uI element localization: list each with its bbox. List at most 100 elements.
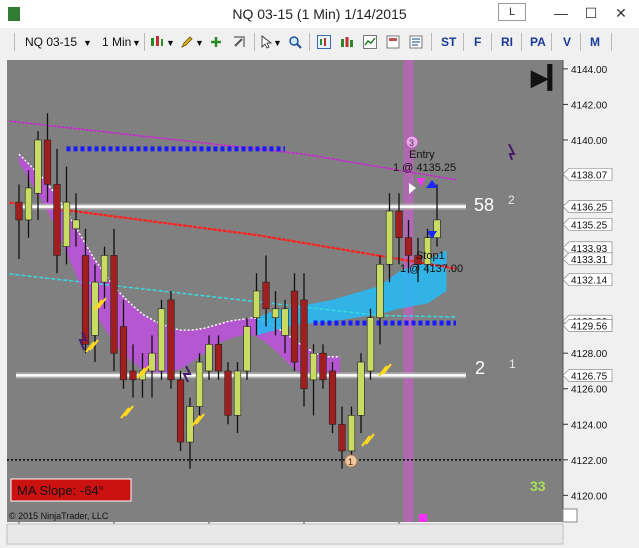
add-indicator-icon[interactable] xyxy=(209,35,223,49)
candle-body xyxy=(176,379,185,443)
chart-properties-icon[interactable] xyxy=(317,35,331,49)
chart-toolbar: NQ 03-15 ▼ 1 Min ▼ ▼ ▼ ▼ ST F RI PA V M xyxy=(0,28,639,57)
price-marker: 4129.56 xyxy=(562,319,613,332)
candle-body xyxy=(224,370,232,416)
toolbar-separator xyxy=(431,33,432,51)
y-tick-label: 4122.00 xyxy=(571,456,608,467)
candle xyxy=(328,362,337,434)
pointer-dropdown-icon[interactable]: ▼ xyxy=(273,38,282,48)
candle-body xyxy=(24,187,33,221)
strategy-button-ri[interactable]: RI xyxy=(501,35,513,49)
order-icon[interactable] xyxy=(409,35,423,49)
candle-body xyxy=(205,344,213,372)
toolbar-separator xyxy=(463,33,464,51)
maximize-button[interactable]: ☐ xyxy=(576,0,606,28)
toolbar-separator xyxy=(580,33,581,51)
candle-body xyxy=(15,201,23,221)
candle-body xyxy=(328,370,337,425)
candle-body xyxy=(338,423,346,452)
stop-price-label: 1 @ 4137.00 xyxy=(400,263,463,275)
candle-body xyxy=(100,255,109,283)
candle-body xyxy=(252,290,261,318)
y-tick-label: 4144.00 xyxy=(571,65,608,76)
pointer-icon[interactable] xyxy=(259,35,273,49)
candle-body xyxy=(148,352,156,372)
price-marker: 4136.25 xyxy=(562,200,613,214)
y-tick-label: 4120.00 xyxy=(571,491,608,502)
price-marker: 4126.75 xyxy=(562,369,613,382)
price-marker-label: 4138.07 xyxy=(571,170,608,181)
candle xyxy=(157,299,166,380)
toolbar-separator xyxy=(521,33,522,51)
candle-body xyxy=(366,317,375,372)
scroll-position-marker[interactable] xyxy=(419,514,427,522)
price-marker: 4135.25 xyxy=(562,218,613,231)
stop-label: Stop1 xyxy=(416,250,445,262)
candle-body xyxy=(243,326,251,372)
candle-body xyxy=(157,308,166,372)
price-scale-toggle[interactable] xyxy=(562,508,578,523)
interval-selector[interactable]: 1 Min xyxy=(102,35,131,49)
candle-body xyxy=(43,139,52,185)
strategy-button-pa[interactable]: PA xyxy=(530,35,546,49)
candle-body xyxy=(347,415,356,452)
link-button[interactable]: L xyxy=(498,3,526,21)
signal-arrow-top: 3 xyxy=(409,138,414,148)
y-tick-label: 4124.00 xyxy=(571,420,608,431)
candle xyxy=(167,291,175,389)
price-marker: 4133.31 xyxy=(562,252,613,266)
chart-area: 4144.00 4142.00 4140.00 4128.00 4126.00 4124.… xyxy=(0,56,639,548)
toolbar-grip xyxy=(14,33,15,51)
indicators-icon[interactable] xyxy=(340,35,354,49)
y-tick-label: 4142.00 xyxy=(571,100,608,111)
y-tick-label: 4140.00 xyxy=(571,136,608,147)
toolbar-separator xyxy=(254,33,255,51)
price-marker: 4138.07 xyxy=(562,167,613,181)
strategy-button-v[interactable]: V xyxy=(563,35,571,49)
price-marker-label: 4132.14 xyxy=(571,276,608,287)
candle-body xyxy=(53,184,61,256)
candle-body xyxy=(34,139,42,194)
upper-level-count: 58 xyxy=(474,195,494,215)
entry-label: Entry xyxy=(409,149,435,161)
lower-level-index: 1 xyxy=(509,357,516,371)
candle-body xyxy=(119,326,128,381)
price-chart[interactable]: 4144.00 4142.00 4140.00 4128.00 4126.00 4124.… xyxy=(0,56,639,548)
strategy-button-f[interactable]: F xyxy=(474,35,481,49)
interval-dropdown-icon[interactable]: ▼ xyxy=(132,38,141,48)
draw-dropdown-icon[interactable]: ▼ xyxy=(195,38,204,48)
candle-body xyxy=(290,290,299,363)
candle-body xyxy=(62,201,71,247)
toolbar-separator xyxy=(309,33,310,51)
y-tick-label: 4126.00 xyxy=(571,385,608,396)
candle xyxy=(224,362,232,425)
zoom-cursor-icon[interactable] xyxy=(232,35,246,49)
close-button[interactable]: ✕ xyxy=(606,0,636,28)
candle-body xyxy=(262,281,270,310)
instrument-dropdown-icon[interactable]: ▼ xyxy=(83,38,92,48)
bar-type-dropdown-icon[interactable]: ▼ xyxy=(166,38,175,48)
magnifier-icon[interactable] xyxy=(288,35,302,49)
minimize-button[interactable]: — xyxy=(546,0,576,28)
candle-body xyxy=(395,210,403,238)
candle-body xyxy=(214,344,223,372)
candle-body xyxy=(110,255,118,354)
strategies-icon[interactable] xyxy=(363,35,377,49)
instrument-selector[interactable]: NQ 03-15 xyxy=(25,35,77,49)
candle-body xyxy=(376,264,384,318)
candle-body xyxy=(319,352,327,381)
bar-type-icon[interactable] xyxy=(150,35,164,49)
data-box-icon[interactable] xyxy=(386,35,400,49)
title-bar: NQ 03-15 (1 Min) 1/14/2015 L — ☐ ✕ xyxy=(0,0,639,28)
pencil-draw-icon[interactable] xyxy=(180,35,194,49)
candle xyxy=(243,317,251,380)
horizontal-scrollbar[interactable] xyxy=(6,523,564,545)
candle-body xyxy=(129,370,137,381)
play-icon[interactable]: ▶▎ xyxy=(530,63,565,91)
copyright-text: © 2015 NinjaTrader, LLC xyxy=(9,511,109,521)
candle-body xyxy=(72,219,80,230)
strategy-button-m[interactable]: M xyxy=(590,35,600,49)
candle-body xyxy=(404,237,413,256)
strategy-button-st[interactable]: ST xyxy=(441,35,456,49)
bar-counter: 33 xyxy=(530,478,546,494)
